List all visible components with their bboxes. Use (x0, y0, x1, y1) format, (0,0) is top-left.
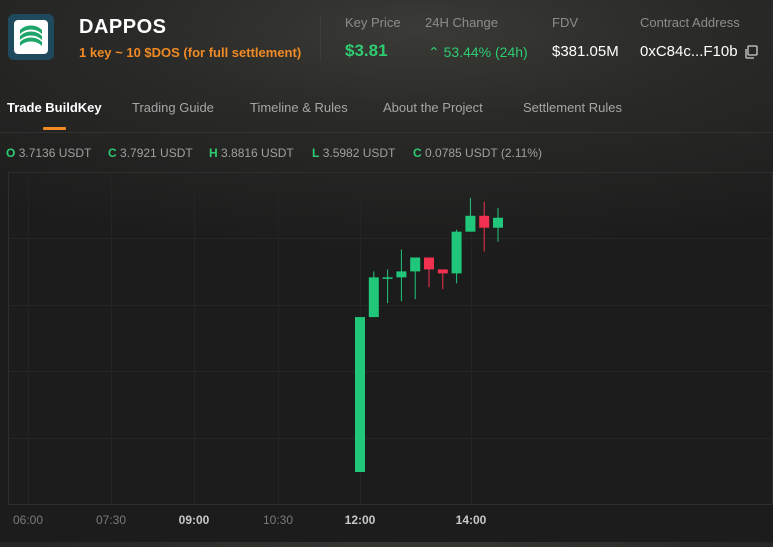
close-value: 3.7921 USDT (120, 146, 193, 160)
x-tick-label: 09:00 (179, 513, 210, 527)
tabs-divider (0, 132, 773, 133)
plot-border (8, 172, 773, 505)
candle-body (368, 277, 379, 318)
candle-body (437, 269, 448, 274)
tab-settlement-rules[interactable]: Settlement Rules (523, 100, 622, 115)
key-conversion-note: 1 key ~ 10 $DOS (for full settlement) (79, 45, 302, 60)
candle-body (451, 231, 462, 274)
candle-body (424, 257, 434, 270)
key-price-label: Key Price (345, 15, 401, 30)
fdv-label: FDV (552, 15, 578, 30)
candle-body (493, 217, 503, 228)
change-24h-label: 24H Change (425, 15, 498, 30)
copy-icon[interactable] (744, 45, 758, 59)
key-price-value: $3.81 (345, 41, 388, 60)
tab-trading-guide[interactable]: Trading Guide (132, 100, 214, 115)
high-key: H (209, 146, 218, 160)
tab-bar: Trade BuildKey Trading Guide Timeline & … (0, 96, 773, 132)
candlestick-chart[interactable]: 06:00 07:30 09:00 10:30 12:00 14:00 (8, 172, 773, 542)
candle-body (410, 257, 421, 272)
x-tick-label: 06:00 (13, 513, 43, 527)
logo-mark (14, 20, 48, 54)
dappos-logo-icon (8, 14, 54, 60)
close-key: C (108, 146, 117, 160)
candle-body (479, 215, 490, 228)
change-value: 0.0785 USDT (2.11%) (425, 146, 542, 160)
x-tick-label: 07:30 (96, 513, 126, 527)
low-value: 3.5982 USDT (322, 146, 396, 160)
open-value: 3.7136 USDT (18, 146, 92, 160)
header-divider (320, 16, 321, 62)
x-tick-label: 12:00 (345, 513, 376, 527)
high-value: 3.8816 USDT (221, 146, 294, 160)
change-24h-value: ⌃ 53.44% (24h) (428, 44, 528, 60)
change-key: C (413, 146, 422, 160)
contract-address-value: 0xC84c...F10b (640, 43, 738, 60)
fdv-value: $381.05M (552, 43, 619, 60)
x-tick-label: 10:30 (263, 513, 293, 527)
x-tick-label: 14:00 (456, 513, 487, 527)
tab-about-project[interactable]: About the Project (383, 100, 483, 115)
tab-timeline-rules[interactable]: Timeline & Rules (250, 100, 348, 115)
tab-trade-buildkey[interactable]: Trade BuildKey (7, 100, 102, 115)
price-chart[interactable]: 06:00 07:30 09:00 10:30 12:00 14:00 (8, 172, 773, 542)
contract-address-label: Contract Address (640, 15, 740, 30)
candle-body (355, 317, 365, 472)
app-name: DAPPOS (79, 16, 167, 38)
active-tab-indicator (43, 127, 66, 130)
candle-body (396, 271, 407, 278)
low-key: L (312, 146, 320, 160)
open-key: O (6, 146, 16, 160)
header: DAPPOS 1 key ~ 10 $DOS (for full settlem… (0, 0, 773, 80)
candle-body (382, 277, 393, 279)
candle-body (465, 215, 476, 232)
